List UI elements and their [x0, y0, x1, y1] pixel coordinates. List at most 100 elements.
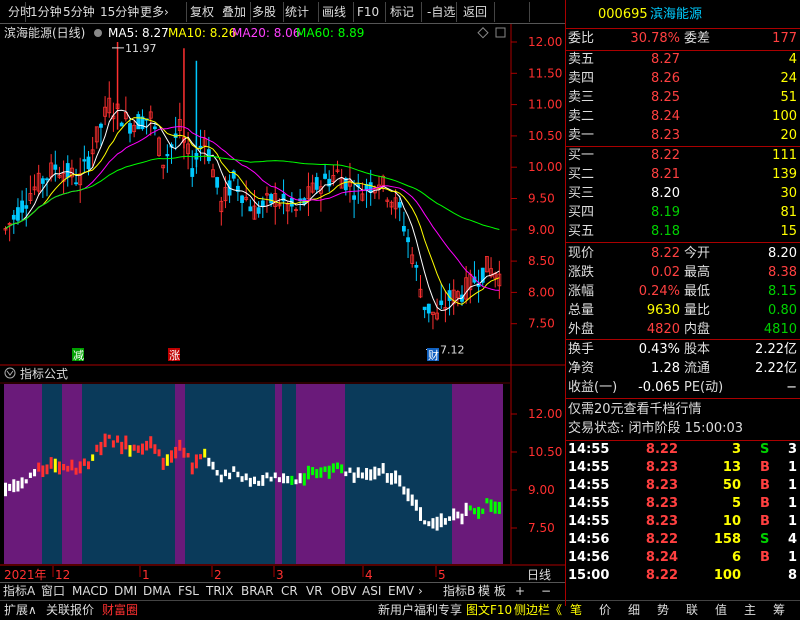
status-left-0[interactable]: 扩展∧ [4, 602, 37, 618]
indicator-bar [116, 435, 120, 443]
indicator-tab-6[interactable]: TRIX [206, 583, 233, 599]
ind-ytick-label: 9.00 [528, 483, 555, 497]
toolbar-item-8[interactable]: 统计 [285, 3, 309, 21]
indicator-bar [24, 479, 28, 484]
indicator-bar [70, 459, 74, 471]
toolbar-item-10[interactable]: F10 [357, 3, 379, 21]
indicator-tab-8[interactable]: CR [281, 583, 298, 599]
indicator-bar [215, 470, 219, 476]
indicator-tab-16[interactable]: + [515, 583, 525, 599]
indicator-tab-11[interactable]: ASI [362, 583, 381, 599]
indicator-bar [265, 472, 269, 479]
indicator-bar [182, 447, 186, 458]
promo-row[interactable]: 仅需20元查看千档行情 [566, 401, 800, 419]
indicator-bar [124, 435, 128, 450]
signal-band [452, 384, 503, 564]
tick-count: 8 [787, 568, 797, 583]
stat-label: 最低 [684, 284, 711, 299]
indicator-bar [406, 488, 410, 502]
toolbar-item-13[interactable]: 返回 [463, 3, 487, 21]
period-label[interactable]: 日线 [527, 568, 551, 582]
chart-title: 滨海能源(日线) [4, 25, 85, 40]
status-left-2[interactable]: 财富圈 [102, 602, 138, 618]
indicator-tabs: 指标A 窗口 MACD DMI DMA FSL TRIX BRAR CR VR OBV ASI EMV ›… [0, 582, 565, 601]
tick-price: 8.24 [645, 550, 678, 565]
indicator-tab-3[interactable]: DMI [114, 583, 137, 599]
news-ticker[interactable]: 新用户福利专享 [378, 602, 462, 618]
indicator-tab-15[interactable]: 模 板 [478, 583, 506, 599]
indicator-bar [174, 446, 178, 459]
ask-price: 8.26 [651, 71, 680, 86]
toolbar-item-1[interactable]: 1分钟 [30, 3, 62, 21]
xaxis-label: 5 [438, 568, 446, 582]
stat2-value: − [786, 380, 797, 395]
toolbar-item-4[interactable]: 更多› [140, 3, 169, 21]
indicator-tab-17[interactable]: − [541, 583, 551, 599]
toolbar-item-0[interactable]: 分时 [8, 3, 32, 21]
settings-icon[interactable] [94, 29, 102, 37]
bid-label: 买五 [568, 224, 595, 239]
kline-chart[interactable]: 12.00 11.50 11.00 10.50 10.00 9.50 9.00 8.50 8.0… [0, 24, 565, 586]
indicator-tab-0[interactable]: 指标A [3, 583, 35, 599]
toolbar-item-2[interactable]: 5分钟 [63, 3, 95, 21]
ask-row: 卖四 8.26 24 [566, 70, 800, 88]
indicator-tab-7[interactable]: BRAR [241, 583, 274, 599]
stat2-label: 股本 [684, 342, 711, 357]
weicha-value: 177 [772, 31, 797, 46]
indicator-bar [78, 461, 82, 474]
indicator-bar [489, 499, 493, 512]
tick-side: B [760, 514, 770, 529]
bid-volume: 30 [780, 186, 797, 201]
toolbar-divider [529, 2, 530, 22]
toolbar-divider [494, 2, 495, 22]
weibi-label: 委比 [568, 31, 595, 46]
indicator-bar [294, 479, 298, 485]
toolbar-item-7[interactable]: 多股 [252, 3, 276, 21]
tick-count: 1 [787, 460, 797, 475]
event-marker-text: 财 [428, 348, 439, 362]
bid-label: 买四 [568, 205, 595, 220]
indicator-tab-9[interactable]: VR [306, 583, 323, 599]
indicator-tab-12[interactable]: EMV [388, 583, 414, 599]
f10-button[interactable]: 图文F10 [466, 602, 512, 618]
indicator-bar [290, 475, 294, 485]
indicator-tab-10[interactable]: OBV [331, 583, 357, 599]
ytick-label: 10.00 [528, 160, 562, 174]
weicha-label: 委差 [684, 31, 711, 46]
toolbar-item-3[interactable]: 15分钟 [100, 3, 139, 21]
indicator-bar [165, 454, 169, 466]
ask-price: 8.23 [651, 128, 680, 143]
toolbar-item-6[interactable]: 叠加 [222, 3, 246, 21]
indicator-tab-13[interactable]: › [418, 583, 423, 599]
stat-row: 外盘 4820 内盘 4810 [566, 321, 800, 339]
indicator-tab-14[interactable]: 指标B [443, 583, 475, 599]
indicator-tab-1[interactable]: 窗口 [41, 583, 65, 599]
toolbar-item-11[interactable]: 标记 [390, 3, 414, 21]
tick-row: 15:00 8.22 100 8 [566, 567, 800, 585]
toolbar-item-5[interactable]: 复权 [190, 3, 214, 21]
indicator-tab-5[interactable]: FSL [178, 583, 199, 599]
indicator-bar [394, 470, 398, 484]
stat2-row: 收益(一) -0.065 PE(动) − [566, 379, 800, 397]
ask-row: 卖三 8.25 51 [566, 89, 800, 107]
sidebar-toggle[interactable]: 侧边栏《 [514, 602, 562, 618]
status-left-1[interactable]: 关联报价 [46, 602, 94, 618]
tick-count: 4 [787, 532, 797, 547]
toolbar-item-12[interactable]: -自选 [427, 3, 455, 21]
candle-body [269, 193, 274, 204]
bid-label: 买一 [568, 148, 595, 163]
indicator-bar [323, 466, 327, 472]
trade-status: 交易状态: 闭市阶段 15:00:03 [568, 421, 744, 436]
ask-row: 卖二 8.24 100 [566, 108, 800, 126]
stat-label: 总量 [568, 303, 595, 318]
stat-label: 现价 [568, 246, 595, 261]
indicator-bar [481, 508, 485, 514]
indicator-bar [199, 454, 203, 460]
indicator-bar [336, 462, 339, 470]
indicator-bar [439, 513, 443, 528]
indicator-tab-2[interactable]: MACD [72, 583, 108, 599]
promo-link: 仅需20元查看千档行情 [568, 402, 702, 417]
indicator-tab-4[interactable]: DMA [143, 583, 171, 599]
toolbar-item-9[interactable]: 画线 [322, 3, 346, 21]
toolbar-divider [385, 2, 386, 22]
